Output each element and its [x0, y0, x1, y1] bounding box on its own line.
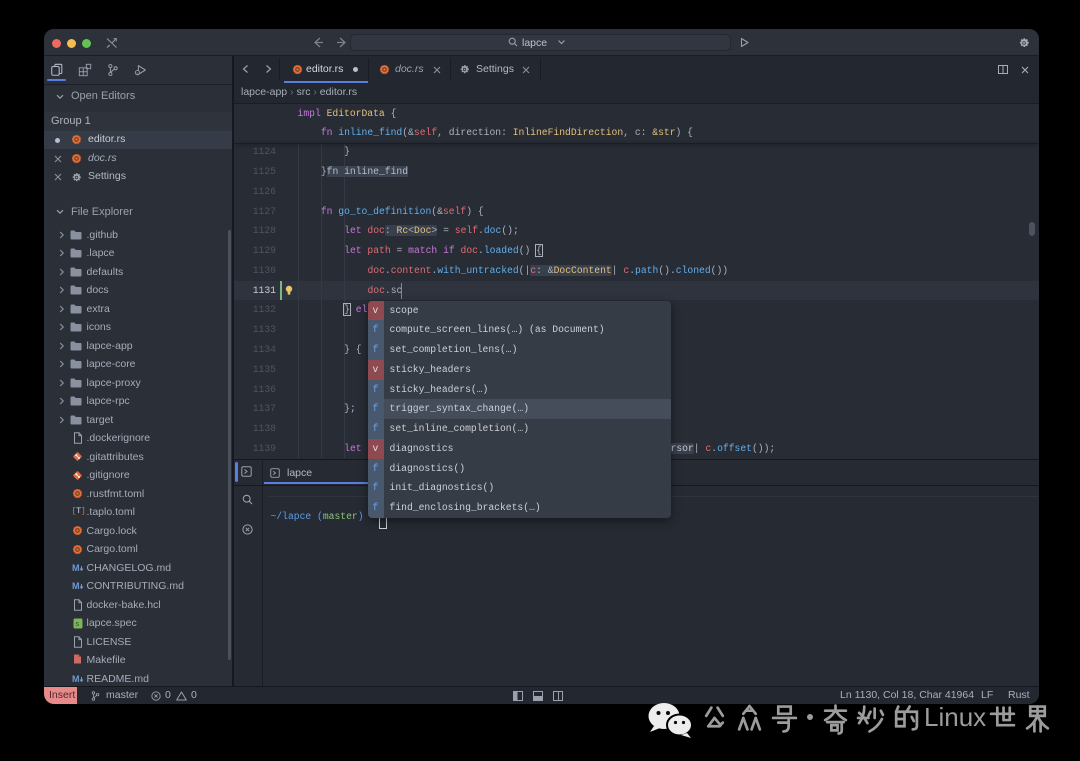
svg-text:M: M: [72, 563, 80, 573]
svg-text:s: s: [75, 621, 79, 628]
svg-text:M: M: [72, 581, 80, 591]
svg-text:M: M: [72, 674, 80, 684]
